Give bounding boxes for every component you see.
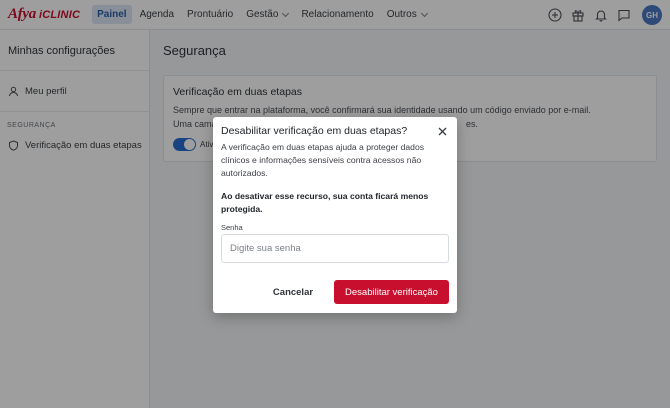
dialog-description: A verificação em duas etapas ajuda a pro… [221,142,425,178]
cancel-button[interactable]: Cancelar [265,280,321,304]
disable-2fa-dialog: Desabilitar verificação em duas etapas? … [213,117,457,313]
disable-verification-button[interactable]: Desabilitar verificação [334,280,449,304]
password-label: Senha [221,223,243,232]
dialog-title: Desabilitar verificação em duas etapas? [221,125,408,137]
password-input[interactable] [221,234,449,263]
dialog-warning: Ao desativar esse recurso, sua conta fic… [221,191,429,214]
close-icon[interactable] [436,125,448,137]
